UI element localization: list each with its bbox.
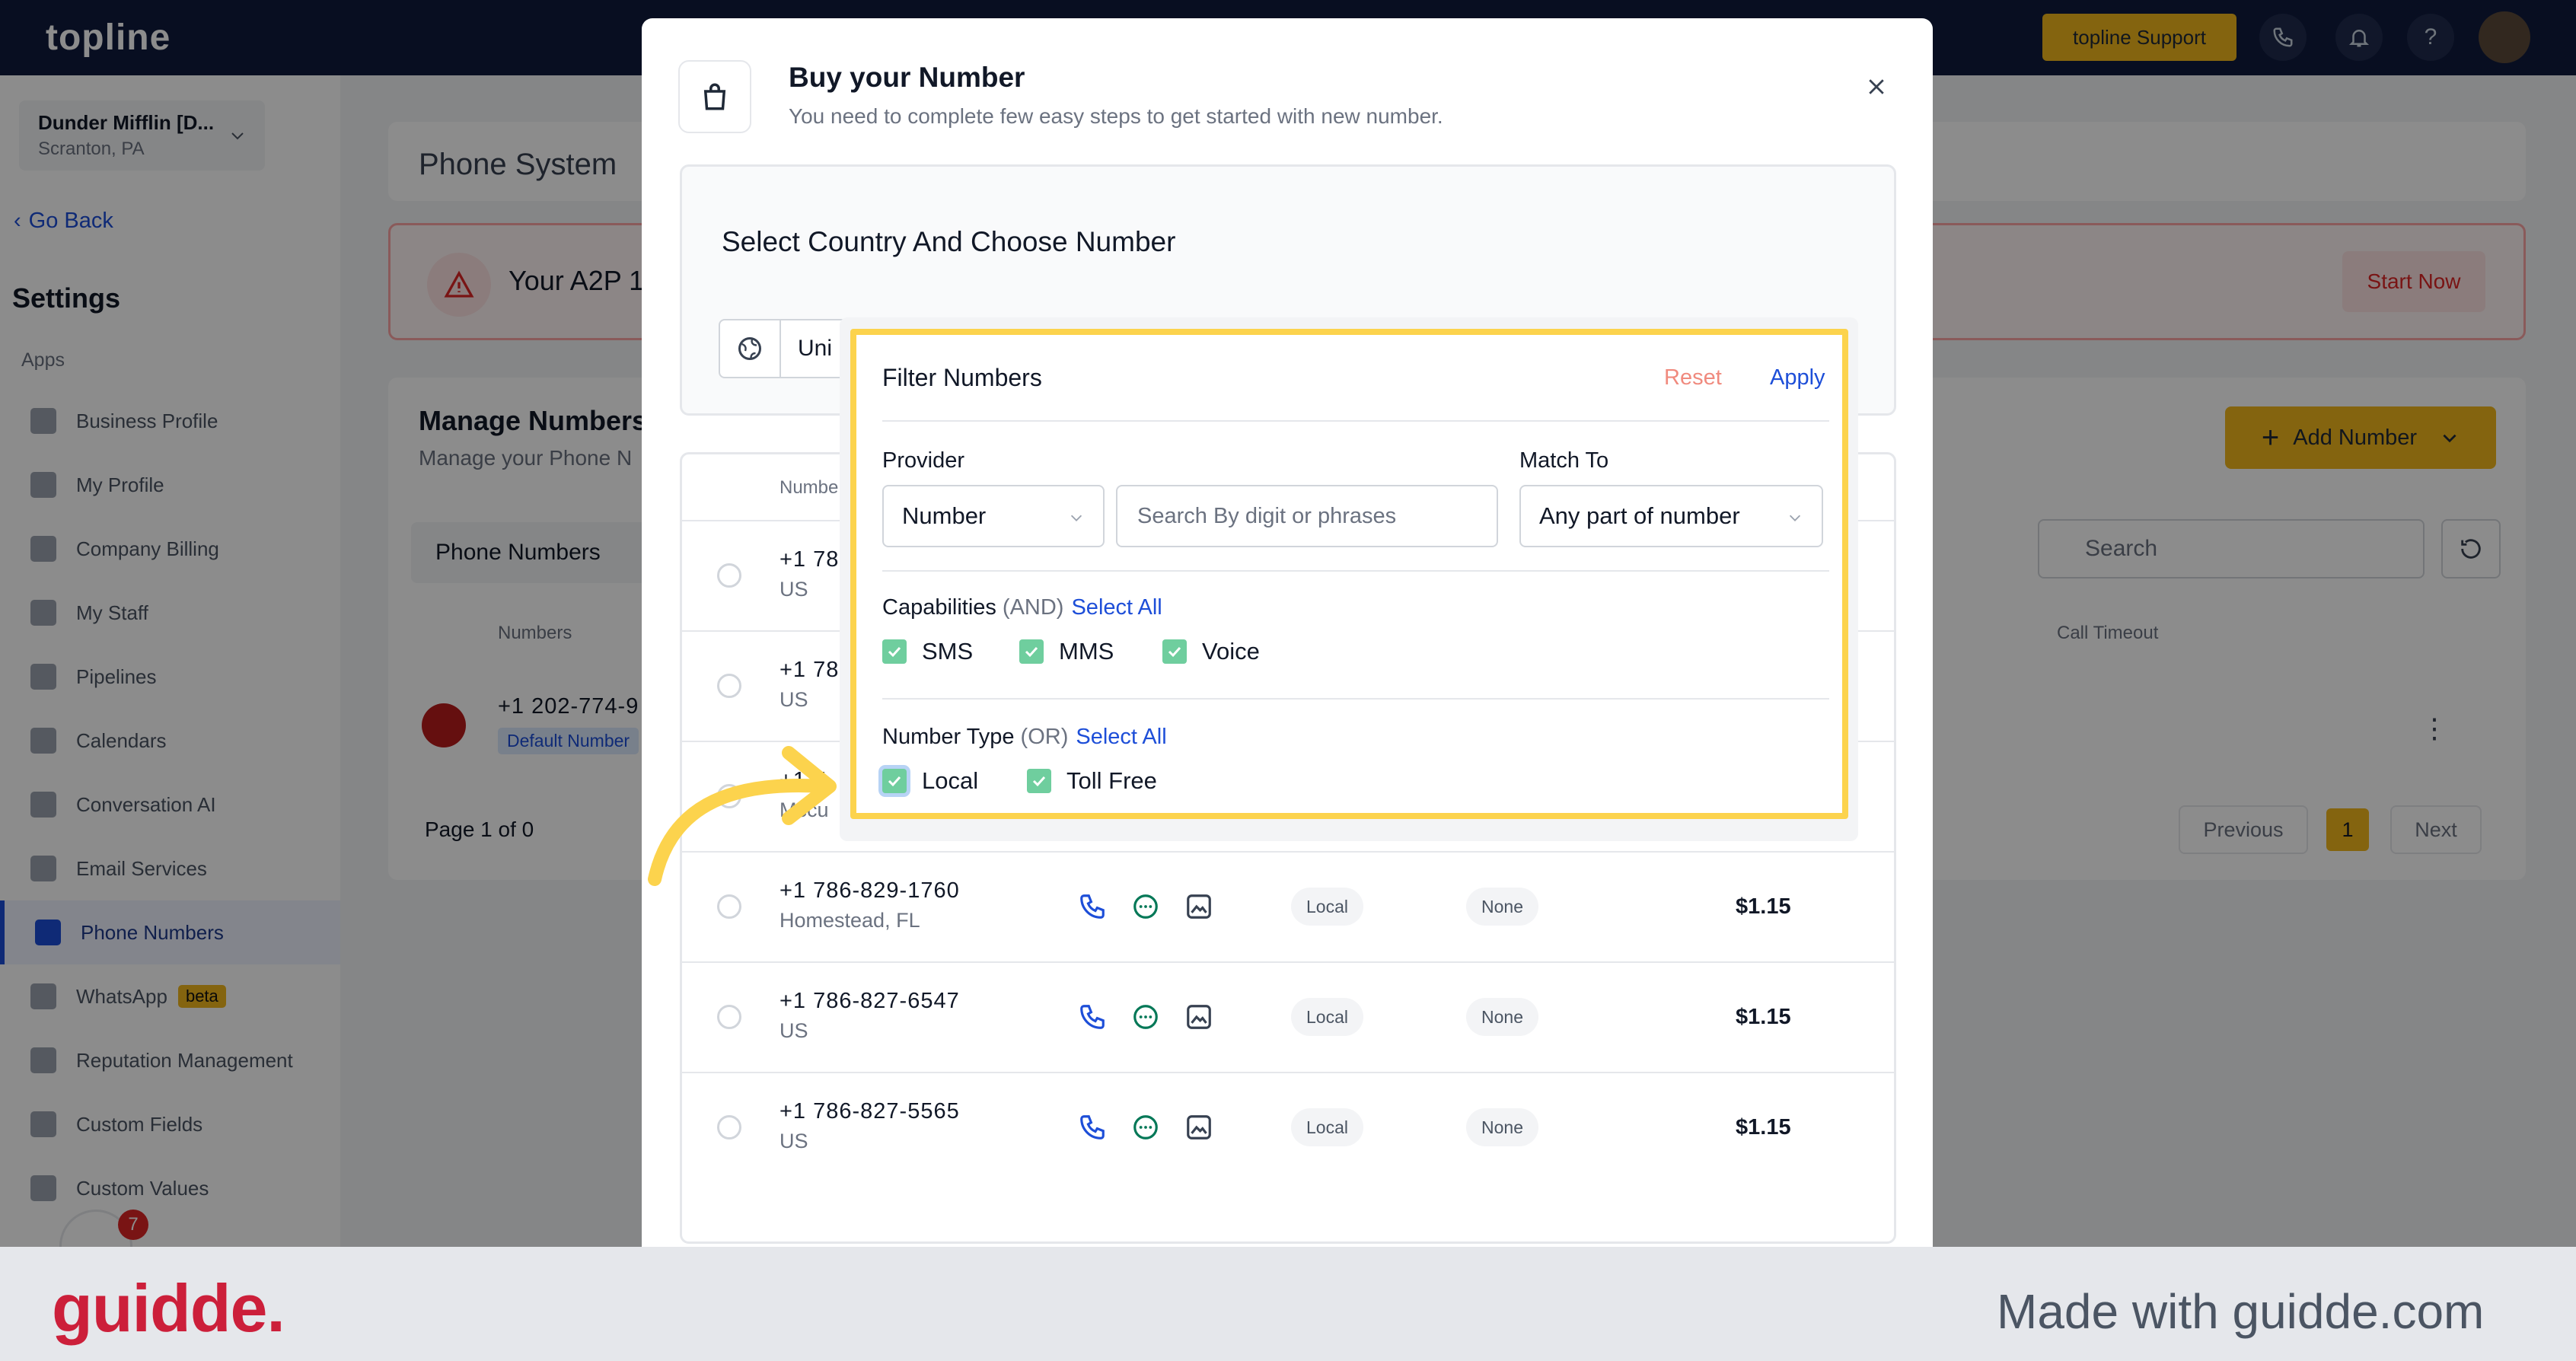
- capabilities-hint: (AND): [1002, 595, 1064, 620]
- mms-label: MMS: [1059, 638, 1114, 665]
- row-number: +1 786-827-5565: [779, 1099, 960, 1124]
- divider: [882, 698, 1829, 700]
- close-icon[interactable]: [1865, 75, 1888, 98]
- number-type-heading: Number Type (OR) Select All: [882, 725, 1167, 750]
- row-radio[interactable]: [717, 674, 741, 698]
- toll-free-checkbox[interactable]: Toll Free: [1027, 767, 1157, 795]
- col-number: Numbe: [779, 477, 839, 498]
- step-title: Select Country And Choose Number: [722, 226, 1176, 257]
- toll-free-label: Toll Free: [1066, 767, 1157, 794]
- mms-capability-icon: [1187, 1115, 1211, 1139]
- filter-numbers-panel: Filter Numbers Reset Apply Provider Matc…: [850, 329, 1848, 819]
- shopping-bag-icon: [678, 60, 751, 133]
- table-row[interactable]: +1 786-829-1760 Homestead, FL Local None…: [682, 851, 1894, 961]
- search-digits-input[interactable]: Search By digit or phrases: [1116, 485, 1498, 547]
- sms-label: SMS: [922, 638, 974, 665]
- check-icon: [1162, 639, 1187, 664]
- extra-badge: None: [1466, 1108, 1538, 1146]
- price: $1.15: [1736, 1115, 1791, 1139]
- capabilities-label: Capabilities: [882, 595, 996, 620]
- sms-capability-icon: [1133, 1115, 1158, 1139]
- row-location: Homestead, FL: [779, 909, 920, 932]
- provider-select[interactable]: Number: [882, 485, 1105, 547]
- row-number: +1 78: [779, 658, 840, 682]
- extra-badge: None: [1466, 888, 1538, 926]
- row-radio[interactable]: [717, 894, 741, 919]
- number-type-badge: Local: [1291, 998, 1363, 1036]
- mms-capability-icon: [1187, 894, 1211, 919]
- row-radio[interactable]: [717, 563, 741, 588]
- local-checkbox[interactable]: Local: [882, 767, 978, 795]
- capabilities-select-all[interactable]: Select All: [1071, 595, 1162, 620]
- modal-title: Buy your Number: [789, 62, 1025, 93]
- table-row[interactable]: +1 786-827-6547 US Local None $1.15: [682, 961, 1894, 1072]
- number-type-badge: Local: [1291, 888, 1363, 926]
- sms-checkbox[interactable]: SMS: [882, 638, 973, 665]
- sms-capability-icon: [1133, 894, 1158, 919]
- voice-label: Voice: [1202, 638, 1260, 665]
- check-icon: [1027, 769, 1051, 793]
- row-location: US: [779, 1019, 808, 1042]
- guidde-footer: guidde. Made with guidde.com: [0, 1247, 2576, 1361]
- capabilities-heading: Capabilities (AND) Select All: [882, 595, 1162, 620]
- chevron-down-icon: [1070, 515, 1082, 521]
- number-type-label: Number Type: [882, 725, 1015, 749]
- sms-capability-icon: [1133, 1005, 1158, 1029]
- globe-icon: [720, 320, 781, 377]
- guidde-logo: guidde.: [52, 1270, 285, 1346]
- row-number: +1 786-827-6547: [779, 989, 960, 1013]
- row-number: +1 78: [779, 547, 840, 572]
- search-digits-placeholder: Search By digit or phrases: [1137, 503, 1397, 528]
- row-radio[interactable]: [717, 1115, 741, 1139]
- country-value: Uni: [798, 336, 833, 361]
- extra-badge: None: [1466, 998, 1538, 1036]
- price: $1.15: [1736, 894, 1791, 919]
- divider: [882, 420, 1829, 422]
- filter-title: Filter Numbers: [882, 364, 1042, 391]
- check-icon: [1019, 639, 1044, 664]
- chevron-down-icon: [1789, 515, 1801, 521]
- made-with-text: Made with guidde.com: [1997, 1284, 2485, 1339]
- row-location: US: [779, 578, 808, 601]
- mms-checkbox[interactable]: MMS: [1019, 638, 1114, 665]
- pointer-arrow-icon: [648, 746, 837, 886]
- row-location: US: [779, 688, 808, 711]
- price: $1.15: [1736, 1005, 1791, 1029]
- table-row[interactable]: +1 786-827-5565 US Local None $1.15: [682, 1072, 1894, 1182]
- provider-label: Provider: [882, 448, 964, 473]
- number-type-hint: (OR): [1020, 725, 1069, 749]
- provider-value: Number: [902, 502, 987, 529]
- local-label: Local: [922, 767, 979, 794]
- divider: [882, 570, 1829, 572]
- voice-capability-icon: [1080, 894, 1105, 919]
- number-type-select-all[interactable]: Select All: [1076, 725, 1166, 750]
- modal-subtitle: You need to complete few easy steps to g…: [789, 104, 1443, 128]
- voice-capability-icon: [1080, 1005, 1105, 1029]
- apply-button[interactable]: Apply: [1770, 365, 1825, 390]
- match-to-label: Match To: [1519, 448, 1609, 473]
- row-radio[interactable]: [717, 1005, 741, 1029]
- check-icon: [882, 769, 907, 793]
- voice-capability-icon: [1080, 1115, 1105, 1139]
- reset-button[interactable]: Reset: [1664, 365, 1722, 390]
- check-icon: [882, 639, 907, 664]
- match-to-value: Any part of number: [1539, 502, 1740, 529]
- row-location: US: [779, 1130, 808, 1152]
- number-type-badge: Local: [1291, 1108, 1363, 1146]
- mms-capability-icon: [1187, 1005, 1211, 1029]
- match-to-select[interactable]: Any part of number: [1519, 485, 1823, 547]
- voice-checkbox[interactable]: Voice: [1162, 638, 1260, 665]
